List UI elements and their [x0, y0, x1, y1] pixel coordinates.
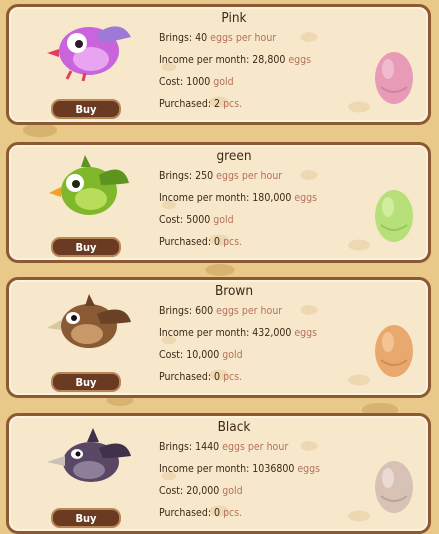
brings-line: Brings: 600 eggs per hour [159, 305, 283, 317]
buy-button-green[interactable]: Buy [51, 237, 121, 257]
buy-button-brown[interactable]: Buy [51, 372, 121, 392]
bird-name: Brown [214, 283, 254, 299]
buy-button-pink[interactable]: Buy [51, 99, 121, 119]
brings-line: Brings: 40 eggs per hour [159, 32, 277, 44]
black-egg-icon [375, 461, 413, 513]
brings-line: Brings: 250 eggs per hour [159, 170, 283, 182]
income-line: Income per month: 1036800 eggs [159, 463, 321, 475]
bird-card-black: Buy Black Brings: 1440 eggs per hour Inc… [6, 413, 431, 534]
cost-line: Cost: 10,000 gold [159, 349, 243, 361]
purchased-line: Purchased: 0 pcs. [159, 371, 243, 383]
income-line: Income per month: 180,000 eggs [159, 192, 318, 204]
bird-name: green [216, 148, 252, 164]
green-egg-icon [375, 190, 413, 242]
purchased-line: Purchased: 0 pcs. [159, 507, 243, 519]
bird-name: Pink [221, 10, 247, 26]
cost-line: Cost: 5000 gold [159, 214, 234, 226]
income-line: Income per month: 28,800 eggs [159, 54, 312, 66]
brown-bird-image [47, 294, 131, 348]
purchased-line: Purchased: 2 pcs. [159, 98, 243, 110]
bird-card-green: Buy green Brings: 250 eggs per hour Inco… [6, 142, 431, 263]
bird-name: Black [217, 419, 251, 435]
bird-card-pink: Buy Pink Brings: 40 eggs per hour Income… [6, 4, 431, 125]
brown-egg-icon [375, 325, 413, 377]
brings-line: Brings: 1440 eggs per hour [159, 441, 289, 453]
bird-card-brown: Buy Brown Brings: 600 eggs per hour Inco… [6, 277, 431, 398]
buy-button-black[interactable]: Buy [51, 508, 121, 528]
purchased-line: Purchased: 0 pcs. [159, 236, 243, 248]
pink-bird-image [47, 26, 131, 82]
black-bird-image [47, 428, 131, 482]
income-line: Income per month: 432,000 eggs [159, 327, 318, 339]
pink-egg-icon [375, 52, 413, 104]
green-bird-image [49, 155, 129, 215]
cost-line: Cost: 1000 gold [159, 76, 234, 88]
cost-line: Cost: 20,000 gold [159, 485, 243, 497]
